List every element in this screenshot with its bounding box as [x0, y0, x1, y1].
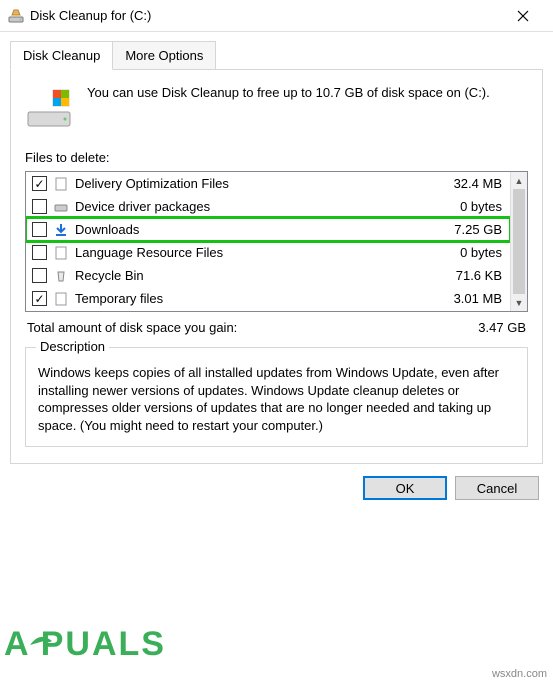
description-legend: Description [36, 339, 109, 354]
item-size: 0 bytes [446, 199, 506, 214]
scroll-up-icon[interactable]: ▲ [511, 172, 527, 189]
tab-disk-cleanup[interactable]: Disk Cleanup [10, 41, 113, 70]
drive-icon [25, 84, 73, 132]
list-item[interactable]: Language Resource Files 0 bytes [26, 241, 510, 264]
recycle-icon [53, 268, 69, 284]
list-item[interactable]: Recycle Bin 71.6 KB [26, 264, 510, 287]
download-icon [53, 222, 69, 238]
item-label: Delivery Optimization Files [75, 176, 440, 191]
disk-cleanup-icon [8, 8, 24, 24]
list-item[interactable]: ✓ Temporary files 3.01 MB [26, 287, 510, 310]
description-text: Windows keeps copies of all installed up… [38, 364, 515, 434]
cancel-button[interactable]: Cancel [455, 476, 539, 500]
files-to-delete-label: Files to delete: [25, 150, 528, 165]
item-size: 7.25 GB [446, 222, 506, 237]
drive-small-icon [53, 199, 69, 215]
close-button[interactable] [501, 1, 545, 31]
file-icon [53, 291, 69, 307]
tab-panel: You can use Disk Cleanup to free up to 1… [10, 69, 543, 464]
scroll-thumb[interactable] [513, 189, 525, 294]
checkbox[interactable]: ✓ [32, 176, 47, 191]
leaf-icon [30, 637, 52, 645]
checkbox[interactable] [32, 268, 47, 283]
item-size: 71.6 KB [446, 268, 506, 283]
scroll-down-icon[interactable]: ▼ [511, 294, 527, 311]
titlebar: Disk Cleanup for (C:) [0, 0, 553, 32]
checkbox[interactable] [32, 245, 47, 260]
close-icon [517, 10, 529, 22]
total-label: Total amount of disk space you gain: [27, 320, 237, 335]
window-title: Disk Cleanup for (C:) [30, 8, 501, 23]
item-size: 32.4 MB [446, 176, 506, 191]
ok-button[interactable]: OK [363, 476, 447, 500]
item-label: Language Resource Files [75, 245, 440, 260]
file-list: ✓ Delivery Optimization Files 32.4 MB De… [25, 171, 528, 312]
list-item-downloads[interactable]: Downloads 7.25 GB [26, 218, 510, 241]
intro-text: You can use Disk Cleanup to free up to 1… [87, 84, 490, 102]
checkbox[interactable] [32, 199, 47, 214]
tab-row: Disk Cleanup More Options [10, 40, 543, 69]
item-size: 0 bytes [446, 245, 506, 260]
brand-overlay: A PUALS [0, 611, 180, 674]
description-group: Description Windows keeps copies of all … [25, 347, 528, 447]
content-area: Disk Cleanup More Options You can use [0, 32, 553, 464]
total-value: 3.47 GB [478, 320, 526, 335]
file-list-body: ✓ Delivery Optimization Files 32.4 MB De… [26, 172, 510, 311]
file-icon [53, 176, 69, 192]
item-label: Recycle Bin [75, 268, 440, 283]
checkbox[interactable] [32, 222, 47, 237]
scrollbar[interactable]: ▲ ▼ [510, 172, 527, 311]
brand-text: A PUALS [4, 625, 166, 663]
tab-more-options[interactable]: More Options [112, 41, 216, 70]
list-item[interactable]: ✓ Delivery Optimization Files 32.4 MB [26, 172, 510, 195]
item-label: Downloads [75, 222, 440, 237]
total-row: Total amount of disk space you gain: 3.4… [25, 320, 528, 335]
watermark-text: wsxdn.com [492, 668, 547, 680]
checkbox[interactable]: ✓ [32, 291, 47, 306]
intro-row: You can use Disk Cleanup to free up to 1… [25, 84, 528, 132]
button-row: OK Cancel [0, 464, 553, 514]
list-item[interactable]: Device driver packages 0 bytes [26, 195, 510, 218]
item-label: Device driver packages [75, 199, 440, 214]
item-size: 3.01 MB [446, 291, 506, 306]
item-label: Temporary files [75, 291, 440, 306]
tab-container: Disk Cleanup More Options You can use [10, 40, 543, 464]
file-icon [53, 245, 69, 261]
